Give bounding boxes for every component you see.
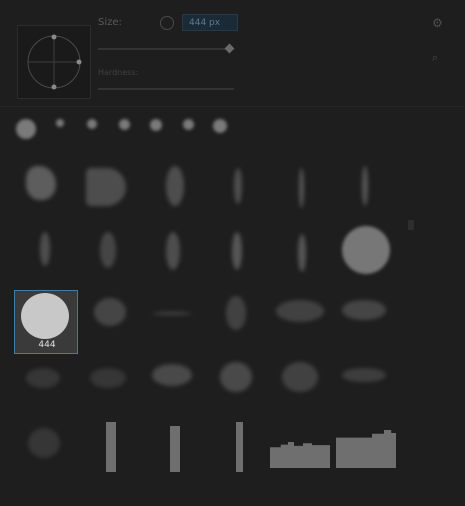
brush-preset-item[interactable]	[332, 224, 396, 288]
brush-preset-item[interactable]	[12, 352, 76, 416]
recent-brush-item[interactable]	[46, 115, 74, 155]
brush-preset-item[interactable]	[268, 416, 332, 480]
brush-tip-thumbnail	[208, 354, 264, 402]
brush-tip-thumbnail	[272, 290, 328, 338]
brush-angle-roundness-preview[interactable]	[17, 25, 91, 99]
brush-tip-thumbnail	[336, 226, 392, 274]
size-slider[interactable]	[98, 48, 234, 50]
brush-tip-thumbnail	[208, 290, 264, 338]
angle-handle[interactable]	[76, 59, 82, 65]
recent-brush-item[interactable]	[174, 115, 202, 155]
roundness-handle-bottom[interactable]	[51, 84, 57, 90]
brush-preset-item[interactable]	[268, 224, 332, 288]
brush-tip-thumbnail	[80, 162, 136, 210]
brush-preset-item[interactable]	[204, 160, 268, 224]
brush-preset-item[interactable]	[204, 416, 268, 480]
recent-brushes-strip	[8, 115, 236, 155]
brush-preset-item[interactable]	[140, 224, 204, 288]
brush-tip-thumbnail	[270, 418, 330, 468]
brush-preset-item[interactable]	[332, 416, 396, 480]
brush-preset-item[interactable]	[76, 288, 140, 352]
brush-preset-item[interactable]	[76, 160, 140, 224]
brush-tip-thumbnail	[336, 418, 396, 468]
brush-preset-item[interactable]	[204, 224, 268, 288]
brush-preset-item[interactable]	[332, 352, 396, 416]
brush-tip-thumbnail	[144, 290, 200, 338]
recent-brush-item[interactable]	[206, 115, 234, 155]
size-field[interactable]: 444 px	[182, 14, 238, 31]
brush-tip-thumbnail	[118, 119, 130, 130]
brush-preset-item[interactable]	[140, 352, 204, 416]
brush-tip-thumbnail	[144, 226, 200, 274]
brush-tip-thumbnail	[16, 354, 72, 402]
recent-brush-item[interactable]	[110, 115, 138, 155]
brush-tip-thumbnail	[80, 418, 136, 472]
hardness-label: Hardness:	[98, 68, 139, 77]
brush-preset-item[interactable]	[140, 416, 204, 480]
brush-tip-thumbnail	[272, 354, 328, 402]
brush-tip-thumbnail	[182, 119, 194, 130]
brush-tip-thumbnail	[208, 162, 264, 210]
brush-preset-item[interactable]	[76, 352, 140, 416]
gear-icon[interactable]: ⚙	[432, 17, 444, 29]
recent-brush-item[interactable]	[12, 115, 40, 155]
recent-brush-item[interactable]	[142, 115, 170, 155]
brush-preset-item-selected[interactable]: 444	[14, 290, 78, 354]
brush-tip-thumbnail	[336, 162, 392, 210]
brush-tip-thumbnail	[16, 162, 72, 210]
angle-roundness-widget[interactable]	[18, 26, 90, 98]
brush-preset-item[interactable]	[140, 288, 204, 352]
brush-tip-thumbnail	[144, 162, 200, 210]
brush-preset-item[interactable]	[332, 288, 396, 352]
brush-preset-item[interactable]	[76, 224, 140, 288]
hardness-slider[interactable]	[98, 88, 234, 90]
reset-icon[interactable]	[160, 16, 174, 30]
brush-preset-item[interactable]	[12, 160, 76, 224]
brush-tip-thumbnail	[16, 119, 36, 139]
brush-tip-thumbnail	[87, 119, 97, 129]
brush-tip-thumbnail	[80, 354, 136, 402]
roundness-handle-top[interactable]	[51, 34, 57, 40]
scrollbar-thumb[interactable]	[408, 220, 414, 230]
brush-size-caption: 444	[38, 340, 56, 350]
brush-preset-item[interactable]	[12, 416, 76, 480]
brush-tip-thumbnail	[272, 226, 328, 274]
brush-tip-thumbnail	[56, 119, 64, 127]
brush-preset-item[interactable]	[268, 288, 332, 352]
brush-tip-thumbnail	[336, 290, 392, 338]
section-divider	[0, 106, 465, 107]
brush-preset-item[interactable]	[204, 352, 268, 416]
brush-tip-thumbnail	[208, 226, 264, 274]
brush-tip-thumbnail	[144, 354, 200, 402]
brush-tip-thumbnail	[272, 162, 328, 210]
brush-tip-thumbnail	[144, 418, 200, 472]
size-label: Size:	[98, 17, 122, 28]
brush-preset-grid: 444	[12, 160, 404, 500]
brush-tip-thumbnail	[150, 119, 162, 131]
size-slider-thumb[interactable]	[224, 43, 235, 54]
brush-preset-item[interactable]	[204, 288, 268, 352]
brush-preset-item[interactable]	[268, 352, 332, 416]
brush-tip-thumbnail	[19, 293, 75, 341]
brush-tip-thumbnail	[16, 418, 72, 466]
search-icon[interactable]: ⌕	[432, 52, 444, 64]
brush-preset-item[interactable]	[332, 160, 396, 224]
recent-brush-item[interactable]	[78, 115, 106, 155]
brush-preset-item[interactable]	[76, 416, 140, 480]
brush-preset-item[interactable]	[140, 160, 204, 224]
brush-tip-thumbnail	[213, 119, 227, 133]
brush-preset-panel: Size: 444 px ⚙ ⌕ Hardness: 444	[0, 0, 465, 506]
brush-tip-thumbnail	[80, 290, 136, 338]
brush-tip-thumbnail	[208, 418, 264, 472]
brush-tip-thumbnail	[336, 354, 392, 402]
brush-preset-item[interactable]	[268, 160, 332, 224]
brush-tip-thumbnail	[16, 226, 72, 274]
brush-preset-item[interactable]	[12, 224, 76, 288]
grid-scrollbar[interactable]	[406, 160, 416, 500]
brush-tip-thumbnail	[80, 226, 136, 274]
